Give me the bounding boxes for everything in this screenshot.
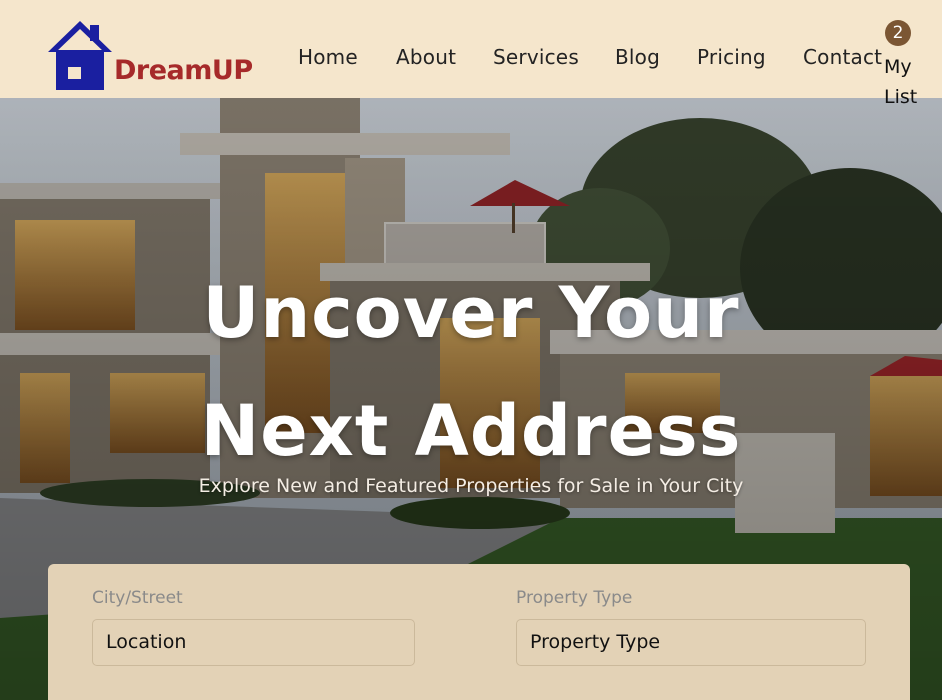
brand-name: DreamUP	[114, 55, 253, 86]
my-list-count-badge: 2	[885, 20, 911, 46]
property-type-select[interactable]: Property Type	[516, 619, 866, 666]
nav-services[interactable]: Services	[493, 45, 579, 69]
property-search-panel: City/Street Location Property Type Prope…	[48, 564, 910, 700]
nav-contact[interactable]: Contact	[803, 45, 882, 69]
nav-pricing[interactable]: Pricing	[697, 45, 766, 69]
my-list-label: My List	[884, 56, 918, 108]
logo[interactable]: DreamUP	[48, 17, 268, 93]
nav-blog[interactable]: Blog	[615, 45, 660, 69]
site-header: DreamUP Home About Services Blog Pricing…	[0, 0, 942, 108]
hero-title: Uncover Your Next Address	[200, 272, 742, 472]
hero-subtitle: Explore New and Featured Properties for …	[198, 475, 744, 497]
city-street-label: City/Street	[92, 588, 183, 608]
nav-about[interactable]: About	[396, 45, 456, 69]
property-type-label: Property Type	[516, 588, 633, 608]
house-icon	[48, 21, 112, 90]
nav-home[interactable]: Home	[298, 45, 358, 69]
location-input[interactable]: Location	[92, 619, 415, 666]
